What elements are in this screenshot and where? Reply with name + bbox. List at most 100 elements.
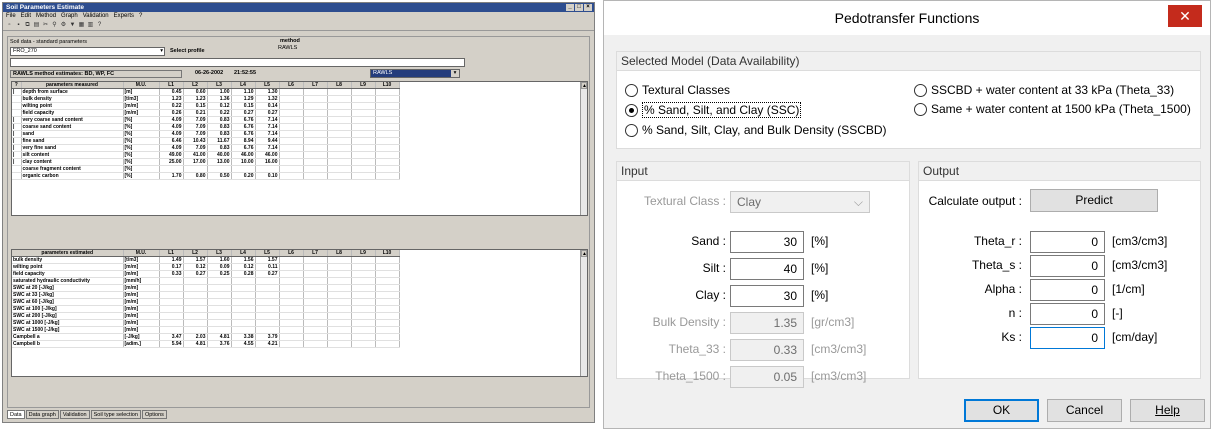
table-cell[interactable]: 3.47 bbox=[159, 333, 184, 342]
table-cell[interactable] bbox=[183, 284, 208, 293]
table-cell[interactable] bbox=[351, 137, 376, 146]
table-cell[interactable] bbox=[327, 305, 352, 314]
table-cell[interactable]: [m/m] bbox=[123, 312, 160, 321]
menu-method[interactable]: Method bbox=[36, 12, 56, 21]
table-cell[interactable] bbox=[327, 312, 352, 321]
table-cell[interactable] bbox=[375, 333, 400, 342]
table-cell[interactable] bbox=[327, 109, 352, 118]
table-cell[interactable]: coarse sand content bbox=[21, 123, 124, 132]
table-cell[interactable]: 49.00 bbox=[159, 151, 184, 160]
minimize-icon[interactable]: _ bbox=[566, 4, 574, 11]
table-cell[interactable]: 7.14 bbox=[255, 130, 280, 139]
table-cell[interactable] bbox=[255, 326, 280, 335]
table-cell[interactable] bbox=[375, 256, 400, 265]
table-cell[interactable]: 0.26 bbox=[159, 109, 184, 118]
table-cell[interactable] bbox=[159, 284, 184, 293]
table-cell[interactable]: 6.46 bbox=[159, 137, 184, 146]
table-cell[interactable] bbox=[327, 130, 352, 139]
table-cell[interactable] bbox=[327, 116, 352, 125]
table-cell[interactable]: 41.00 bbox=[183, 151, 208, 160]
predict-button[interactable]: Predict bbox=[1030, 189, 1158, 212]
table-cell[interactable]: 0.21 bbox=[183, 109, 208, 118]
table-cell[interactable]: bulk density bbox=[12, 256, 124, 265]
table-cell[interactable]: [t/m3] bbox=[123, 95, 160, 104]
table-cell[interactable] bbox=[303, 172, 328, 181]
table-cell[interactable] bbox=[207, 165, 232, 174]
table-cell[interactable]: 1.60 bbox=[207, 256, 232, 265]
find-icon[interactable]: ⚲ bbox=[51, 22, 58, 29]
table-cell[interactable] bbox=[351, 116, 376, 125]
table-cell[interactable] bbox=[12, 95, 22, 104]
table-cell[interactable] bbox=[327, 165, 352, 174]
tab-soil-type-selection[interactable]: Soil type selection bbox=[90, 410, 141, 419]
table-cell[interactable]: 4.09 bbox=[159, 116, 184, 125]
table-cell[interactable]: 0.12 bbox=[207, 102, 232, 111]
table-cell[interactable]: [m/m] bbox=[123, 305, 160, 314]
tab-validation[interactable]: Validation bbox=[59, 410, 90, 419]
table-cell[interactable]: [m/m] bbox=[123, 270, 160, 279]
table-cell[interactable]: 0.83 bbox=[207, 130, 232, 139]
table-cell[interactable] bbox=[279, 172, 304, 181]
radio-ssc[interactable]: % Sand, Silt, and Clay (SSC) bbox=[625, 102, 802, 118]
table-cell[interactable] bbox=[207, 305, 232, 314]
table-cell[interactable] bbox=[279, 256, 304, 265]
table-cell[interactable] bbox=[303, 333, 328, 342]
table-cell[interactable]: 0.50 bbox=[207, 172, 232, 181]
table-cell[interactable]: 6.76 bbox=[231, 116, 256, 125]
table-cell[interactable]: | bbox=[12, 158, 22, 167]
table-cell[interactable] bbox=[303, 88, 328, 97]
notes-field[interactable] bbox=[10, 58, 465, 67]
table-cell[interactable]: 0.11 bbox=[255, 263, 280, 272]
table-cell[interactable]: [adim.] bbox=[123, 340, 160, 349]
table-cell[interactable]: 0.12 bbox=[231, 263, 256, 272]
menu-help[interactable]: ? bbox=[139, 12, 142, 21]
table-cell[interactable] bbox=[351, 151, 376, 160]
table-cell[interactable]: 0.83 bbox=[207, 116, 232, 125]
table-cell[interactable] bbox=[279, 263, 304, 272]
table-cell[interactable]: 10.00 bbox=[231, 158, 256, 167]
menu-file[interactable]: File bbox=[6, 12, 16, 21]
table-cell[interactable] bbox=[279, 165, 304, 174]
table-cell[interactable] bbox=[375, 291, 400, 300]
table-cell[interactable] bbox=[375, 158, 400, 167]
table-cell[interactable] bbox=[351, 144, 376, 153]
table-cell[interactable] bbox=[279, 116, 304, 125]
table-cell[interactable] bbox=[231, 319, 256, 328]
maximize-icon[interactable]: □ bbox=[575, 4, 583, 11]
table-cell[interactable] bbox=[375, 263, 400, 272]
table-cell[interactable]: 0.27 bbox=[255, 109, 280, 118]
table-cell[interactable] bbox=[279, 291, 304, 300]
menu-validation[interactable]: Validation bbox=[83, 12, 109, 21]
table-cell[interactable] bbox=[183, 277, 208, 286]
table-cell[interactable]: saturated hydraulic conductivity bbox=[12, 277, 124, 286]
table-cell[interactable] bbox=[351, 256, 376, 265]
table-cell[interactable]: 0.27 bbox=[255, 270, 280, 279]
table-cell[interactable]: 1.23 bbox=[159, 95, 184, 104]
table-cell[interactable] bbox=[183, 291, 208, 300]
table-cell[interactable] bbox=[351, 263, 376, 272]
radio-sscbd[interactable]: % Sand, Silt, Clay, and Bulk Density (SS… bbox=[625, 123, 887, 137]
table-cell[interactable] bbox=[279, 305, 304, 314]
table-cell[interactable] bbox=[327, 326, 352, 335]
table-cell[interactable] bbox=[375, 102, 400, 111]
table-cell[interactable]: 4.21 bbox=[255, 340, 280, 349]
table-cell[interactable]: [-J/kg] bbox=[123, 333, 160, 342]
table-cell[interactable] bbox=[255, 319, 280, 328]
radio-textural-classes[interactable]: Textural Classes bbox=[625, 83, 730, 97]
table-cell[interactable]: 7.14 bbox=[255, 144, 280, 153]
table-cell[interactable] bbox=[279, 109, 304, 118]
table-cell[interactable] bbox=[159, 291, 184, 300]
table-cell[interactable]: 0.22 bbox=[159, 102, 184, 111]
chart-icon[interactable]: ▥ bbox=[87, 22, 94, 29]
table-cell[interactable]: 0.80 bbox=[183, 172, 208, 181]
table-cell[interactable]: 1.23 bbox=[183, 95, 208, 104]
table-cell[interactable]: [%] bbox=[123, 137, 160, 146]
table-cell[interactable] bbox=[279, 158, 304, 167]
table-cell[interactable] bbox=[351, 88, 376, 97]
textural-class-select[interactable]: Clay ⌵ bbox=[730, 191, 870, 213]
table-cell[interactable]: [%] bbox=[123, 130, 160, 139]
table-cell[interactable] bbox=[303, 277, 328, 286]
output-field[interactable]: 0 bbox=[1030, 303, 1105, 325]
table-cell[interactable] bbox=[12, 102, 22, 111]
table-cell[interactable] bbox=[12, 165, 22, 174]
